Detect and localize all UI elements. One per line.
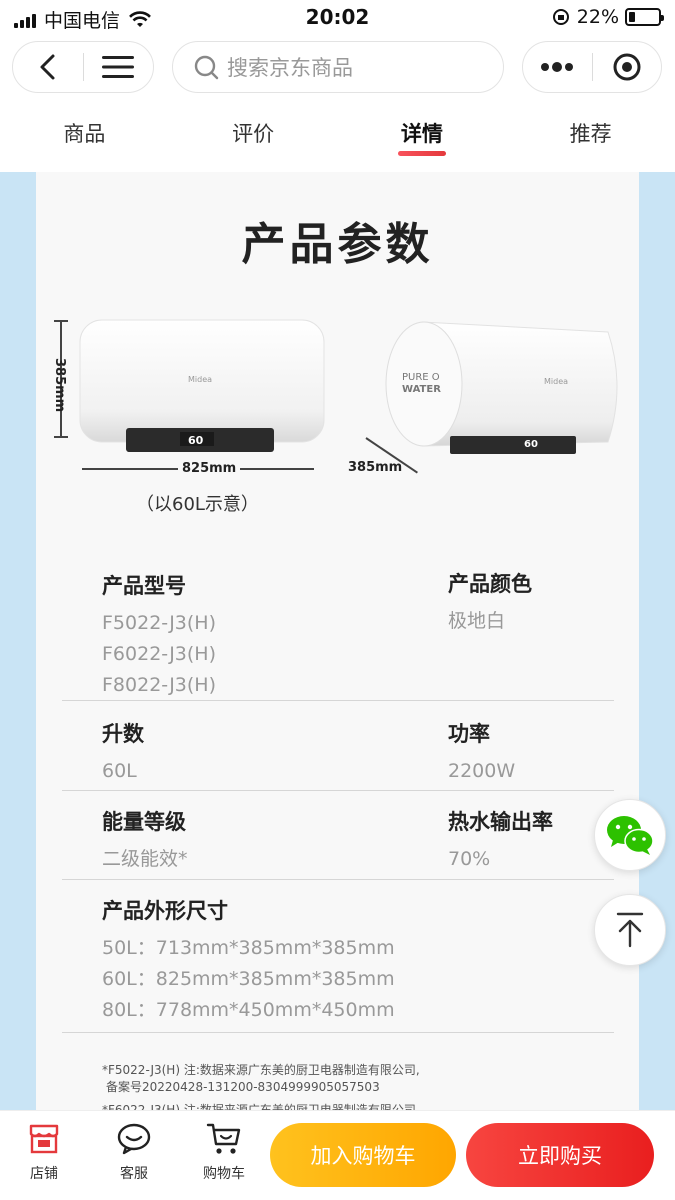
customer-service-button[interactable]: 客服 xyxy=(104,1121,164,1183)
footnote: *F5022-J3(H) 注:数据来源广东美的厨卫电器制造有限公司, 备案号20… xyxy=(102,1063,420,1110)
display-value-perspective: 60 xyxy=(524,439,538,450)
more-dots-icon xyxy=(541,62,574,72)
more-button[interactable] xyxy=(523,42,592,92)
spec-size: 产品外形尺寸 50L：713mm*385mm*385mm 60L：825mm*3… xyxy=(102,899,395,1021)
tab-product[interactable]: 商品 xyxy=(0,100,169,170)
height-dimension-label: 385mm xyxy=(52,358,67,413)
spec-card: 产品参数 385mm Midea 60 825mm （以60L示意） PURE … xyxy=(36,172,639,1110)
arrow-up-icon xyxy=(616,912,644,948)
spec-title: 产品参数 xyxy=(241,219,434,270)
close-miniprogram-button[interactable] xyxy=(593,42,662,92)
menu-button[interactable] xyxy=(84,42,154,92)
buy-now-button[interactable]: 立即购买 xyxy=(466,1123,654,1187)
tab-recommend[interactable]: 推荐 xyxy=(506,100,675,170)
depth-dimension-label: 385mm xyxy=(348,460,403,475)
detail-content: 产品参数 385mm Midea 60 825mm （以60L示意） PURE … xyxy=(0,172,675,1110)
target-icon xyxy=(613,53,641,81)
store-icon xyxy=(29,1124,59,1154)
back-to-top-button[interactable] xyxy=(594,894,666,966)
wechat-share-button[interactable] xyxy=(594,799,666,871)
spec-power: 功率 2200W xyxy=(448,722,516,782)
wechat-icon xyxy=(607,816,654,855)
store-button[interactable]: 店铺 xyxy=(14,1121,74,1183)
battery-icon xyxy=(625,8,664,26)
search-icon xyxy=(194,55,219,80)
brand-mark-perspective: Midea xyxy=(544,377,569,386)
brand-mark-front: Midea xyxy=(188,375,213,384)
tab-details[interactable]: 详情 xyxy=(338,100,507,170)
tab-bar: 商品 评价 详情 推荐 xyxy=(0,100,675,170)
search-input[interactable]: 搜索京东商品 xyxy=(172,41,504,93)
spec-energy: 能量等级 二级能效* xyxy=(102,810,188,870)
nav-right-capsule xyxy=(522,41,662,93)
spec-output: 热水输出率 70% xyxy=(448,810,553,870)
display-value-front: 60 xyxy=(188,434,204,447)
cart-icon xyxy=(206,1123,241,1154)
spec-volume: 升数 60L xyxy=(102,722,144,782)
spec-model: 产品型号 F5022-J3(H) F6022-J3(H) F8022-J3(H) xyxy=(102,574,216,696)
back-arrow-icon xyxy=(40,54,55,80)
tank-text: PURE O WATER xyxy=(402,372,441,395)
width-dimension-label: 825mm xyxy=(178,461,241,476)
cart-button[interactable]: 购物车 xyxy=(194,1121,254,1183)
back-button[interactable] xyxy=(13,42,83,92)
battery-percent: 22% xyxy=(576,6,619,28)
image-note: （以60L示意） xyxy=(136,494,259,515)
add-to-cart-button[interactable]: 加入购物车 xyxy=(270,1123,456,1187)
orientation-lock-icon xyxy=(552,9,569,25)
status-bar: 中国电信 20:02 22% xyxy=(0,0,675,34)
spec-color: 产品颜色 极地白 xyxy=(448,572,532,632)
nav-left-capsule xyxy=(12,41,154,93)
bottom-action-bar: 店铺 客服 购物车 加入购物车 立即购买 xyxy=(0,1110,675,1200)
menu-icon xyxy=(102,56,135,78)
chat-face-icon xyxy=(117,1123,151,1155)
tab-reviews[interactable]: 评价 xyxy=(169,100,338,170)
search-placeholder: 搜索京东商品 xyxy=(227,56,353,80)
